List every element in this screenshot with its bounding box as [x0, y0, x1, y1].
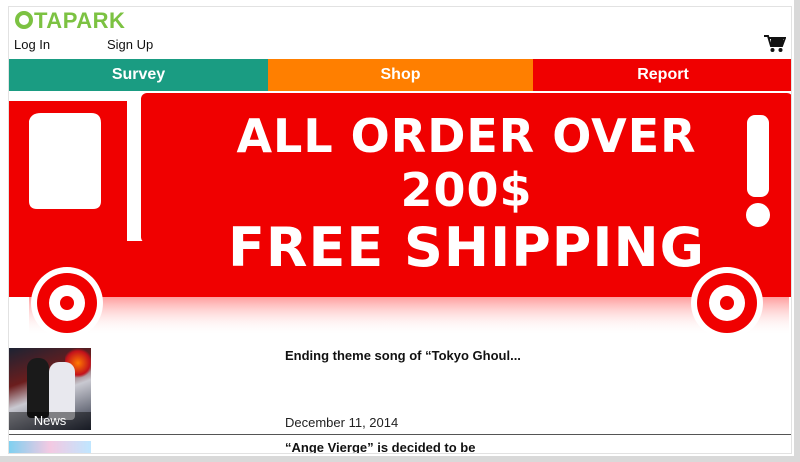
news-item[interactable]: News Ending theme song of “Tokyo Ghoul..… — [9, 347, 791, 435]
signup-link[interactable]: Sign Up — [107, 37, 153, 52]
news-date: December 11, 2014 — [285, 415, 399, 430]
cart-icon[interactable] — [764, 35, 786, 53]
news-thumbnail[interactable] — [9, 441, 91, 453]
news-item[interactable]: “Ange Vierge” is decided to be — [9, 439, 791, 453]
login-link[interactable]: Log In — [14, 37, 50, 52]
otapark-logo[interactable]: TAPARK — [15, 10, 125, 32]
news-thumbnail[interactable]: News — [9, 348, 91, 430]
free-shipping-banner[interactable]: ALL ORDER OVER 200$ FREE SHIPPING — [9, 91, 791, 341]
news-title[interactable]: Ending theme song of “Tokyo Ghoul... — [285, 348, 521, 363]
nav-survey[interactable]: Survey — [9, 59, 268, 91]
front-wheel-icon — [31, 267, 103, 339]
news-title[interactable]: “Ange Vierge” is decided to be — [285, 440, 475, 453]
nav-shop[interactable]: Shop — [268, 59, 533, 91]
browser-frame: TAPARK Log In Sign Up Survey Shop Report — [0, 0, 800, 462]
news-category-label: News — [9, 412, 91, 430]
banner-text: ALL ORDER OVER 200$ FREE SHIPPING — [169, 109, 764, 279]
logo-text: TAPARK — [34, 8, 126, 33]
nav-report[interactable]: Report — [533, 59, 791, 91]
page-viewport: TAPARK Log In Sign Up Survey Shop Report — [8, 6, 792, 454]
banner-line-1: ALL ORDER OVER 200$ — [236, 109, 697, 217]
banner-line-2: FREE SHIPPING — [228, 216, 705, 279]
main-nav: Survey Shop Report — [9, 59, 791, 91]
logo-o-icon — [15, 11, 33, 29]
